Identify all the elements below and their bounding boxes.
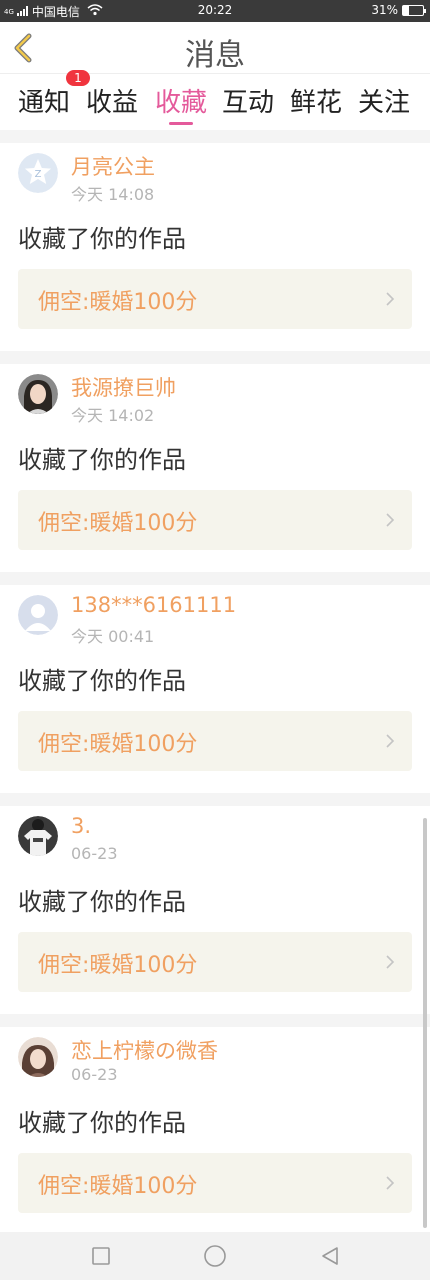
scrollbar[interactable]: [423, 818, 427, 1228]
timestamp: 今天 00:41: [71, 627, 155, 646]
work-title: 佣空:暖婚100分: [38, 290, 198, 315]
girl-photo-avatar-icon: [18, 374, 58, 414]
back-nav-button[interactable]: [318, 1244, 342, 1268]
home-button[interactable]: [203, 1244, 227, 1268]
chevron-right-icon: [386, 513, 395, 527]
tab-earnings[interactable]: 收益: [86, 82, 138, 119]
list-item: Z 月亮公主 今天 14:08 收藏了你的作品 佣空:暖婚100分: [0, 143, 430, 351]
chevron-right-icon: [386, 734, 395, 748]
username[interactable]: 我源撩巨帅: [71, 372, 176, 402]
list-item: 恋上柠檬の微香 06-23 收藏了你的作品 佣空:暖婚100分: [0, 1027, 430, 1235]
tab-flowers[interactable]: 鲜花: [290, 82, 342, 119]
notification-badge: 1: [66, 70, 90, 86]
action-text: 收藏了你的作品: [18, 1109, 186, 1137]
recent-apps-button[interactable]: [89, 1244, 113, 1268]
action-text: 收藏了你的作品: [18, 888, 186, 916]
work-link[interactable]: 佣空:暖婚100分: [18, 1153, 412, 1213]
circle-icon: [204, 1245, 226, 1267]
avatar[interactable]: [18, 1037, 58, 1077]
tab-label: 关注: [358, 88, 411, 118]
page-title: 消息: [185, 38, 245, 73]
default-person-avatar-icon: [18, 595, 58, 635]
username[interactable]: 138***6161111: [71, 593, 236, 617]
square-icon: [92, 1247, 110, 1265]
system-nav-bar: [0, 1232, 430, 1280]
tab-label: 收益: [86, 88, 139, 118]
default-star-avatar-icon: Z: [18, 153, 58, 193]
tab-following[interactable]: 关注: [358, 82, 410, 119]
avatar[interactable]: [18, 595, 58, 635]
avatar[interactable]: [18, 816, 58, 856]
timestamp: 06-23: [71, 844, 118, 863]
timestamp: 06-23: [71, 1065, 118, 1084]
chevron-right-icon: [386, 292, 395, 306]
triangle-back-icon: [322, 1247, 338, 1265]
chevron-right-icon: [386, 955, 395, 969]
avatar[interactable]: [18, 374, 58, 414]
tab-bar: 通知 收益 收藏 互动 鲜花 关注: [0, 74, 430, 130]
work-title: 佣空:暖婚100分: [38, 1174, 198, 1199]
work-link[interactable]: 佣空:暖婚100分: [18, 490, 412, 550]
list-item: 3. 06-23 收藏了你的作品 佣空:暖婚100分: [0, 806, 430, 1014]
active-tab-indicator: [169, 122, 193, 125]
tshirt-photo-avatar-icon: [18, 816, 58, 856]
svg-text:Z: Z: [35, 169, 42, 180]
action-text: 收藏了你的作品: [18, 667, 186, 695]
work-title: 佣空:暖婚100分: [38, 953, 198, 978]
status-time: 20:22: [197, 3, 233, 17]
avatar[interactable]: Z: [18, 153, 58, 193]
timestamp: 今天 14:08: [71, 185, 155, 204]
tab-interactions[interactable]: 互动: [222, 82, 274, 119]
work-link[interactable]: 佣空:暖婚100分: [18, 269, 412, 329]
battery-level: [403, 5, 410, 15]
tab-label: 通知: [18, 88, 71, 118]
battery-percent: 31%: [371, 3, 398, 17]
tab-notifications[interactable]: 通知: [18, 82, 70, 119]
timestamp: 今天 14:02: [71, 406, 155, 425]
username[interactable]: 恋上柠檬の微香: [71, 1035, 218, 1065]
tab-label: 收藏: [155, 88, 208, 118]
username[interactable]: 月亮公主: [71, 151, 155, 181]
chevron-right-icon: [386, 1176, 395, 1190]
list-item: 138***6161111 今天 00:41 收藏了你的作品 佣空:暖婚100分: [0, 585, 430, 793]
status-bar: 4G 中国电信 20:22 31%: [0, 0, 430, 22]
list-item: 我源撩巨帅 今天 14:02 收藏了你的作品 佣空:暖婚100分: [0, 364, 430, 572]
work-link[interactable]: 佣空:暖婚100分: [18, 711, 412, 771]
tab-label: 互动: [222, 88, 275, 118]
status-right: 31%: [371, 3, 426, 17]
battery-icon: [402, 4, 426, 16]
work-link[interactable]: 佣空:暖婚100分: [18, 932, 412, 992]
action-text: 收藏了你的作品: [18, 446, 186, 474]
action-text: 收藏了你的作品: [18, 225, 186, 253]
header: 消息: [0, 22, 430, 74]
work-title: 佣空:暖婚100分: [38, 511, 198, 536]
tab-label: 鲜花: [290, 88, 343, 118]
tab-favorites[interactable]: 收藏: [155, 82, 208, 125]
work-title: 佣空:暖婚100分: [38, 732, 198, 757]
username[interactable]: 3.: [71, 814, 91, 838]
girl2-photo-avatar-icon: [18, 1037, 58, 1077]
